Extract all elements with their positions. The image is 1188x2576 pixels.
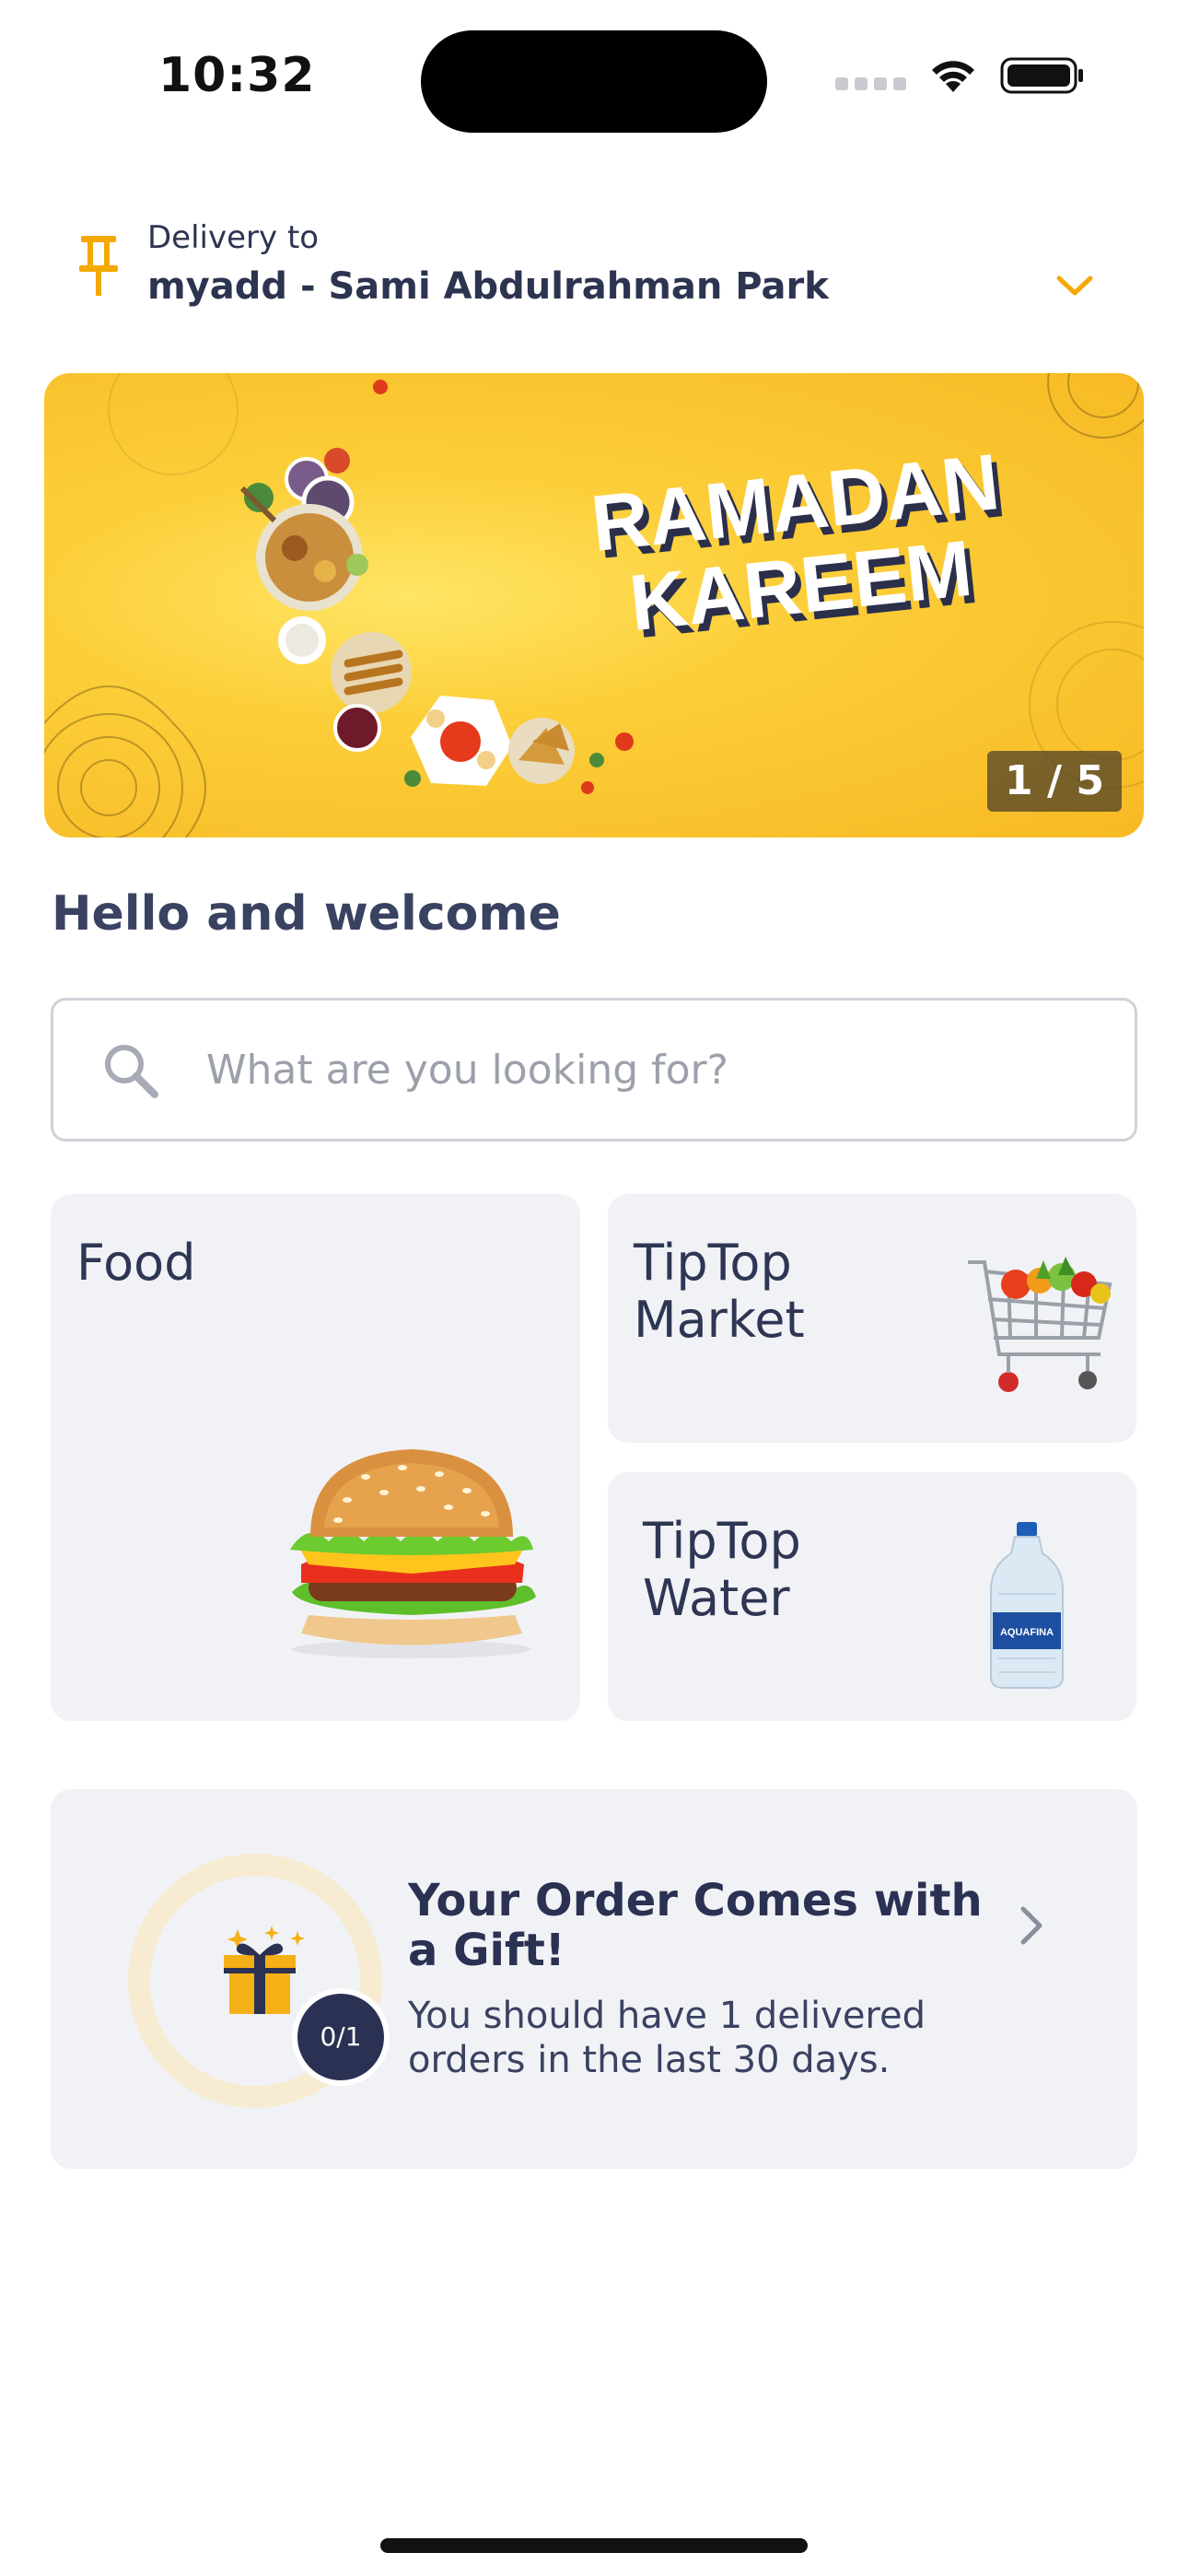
ramadan-banner-artwork: RAMADAN RAMADAN KAREEM KAREEM [44, 373, 1144, 837]
shopping-cart-image [968, 1257, 1112, 1392]
wifi-icon [926, 55, 980, 96]
chevron-right-icon[interactable] [1018, 1905, 1045, 1950]
water-bottle-image: AQUAFINA [990, 1522, 1064, 1689]
greeting-heading: Hello and welcome [52, 886, 561, 942]
gift-title: Your Order Comes with a Gift! [408, 1875, 983, 1976]
cellular-signal-icon [835, 77, 906, 90]
category-card-food[interactable]: Food [51, 1194, 580, 1721]
home-indicator[interactable] [380, 2538, 808, 2553]
promo-banner-carousel[interactable]: RAMADAN RAMADAN KAREEM KAREEM 1 / 5 [44, 373, 1144, 837]
status-bar: 10:32 [0, 0, 1188, 147]
category-title-water: TipTop Water [643, 1512, 801, 1627]
burger-image [290, 1449, 536, 1658]
chevron-down-icon[interactable] [1055, 275, 1094, 302]
svg-text:AQUAFINA: AQUAFINA [1000, 1627, 1054, 1638]
search-icon [101, 1041, 160, 1104]
search-bar[interactable] [51, 998, 1137, 1142]
delivery-location-selector[interactable]: Delivery to myadd - Sami Abdulrahman Par… [77, 217, 1093, 319]
delivery-label: Delivery to [147, 219, 320, 256]
status-indicators [835, 55, 1085, 96]
battery-icon [1000, 55, 1085, 96]
category-title-market: TipTop Market [634, 1234, 805, 1349]
dynamic-island [421, 30, 767, 133]
gift-description: You should have 1 delivered orders in th… [408, 1995, 926, 2081]
banner-slide-counter: 1 / 5 [987, 751, 1122, 812]
gift-icon [224, 1926, 305, 2014]
gift-promo-card[interactable]: 0/1 Your Order Comes with a Gift! You sh… [51, 1789, 1137, 2169]
category-card-tiptop-water[interactable]: TipTop Water AQUAFINA [608, 1472, 1136, 1721]
gift-progress-badge: 0/1 [292, 1988, 390, 2086]
pushpin-icon [77, 234, 120, 302]
status-time: 10:32 [158, 48, 316, 103]
category-card-tiptop-market[interactable]: TipTop Market [608, 1194, 1136, 1443]
category-title-food: Food [76, 1234, 196, 1292]
search-input[interactable] [206, 1001, 1090, 1139]
delivery-address: myadd - Sami Abdulrahman Park [147, 265, 829, 308]
